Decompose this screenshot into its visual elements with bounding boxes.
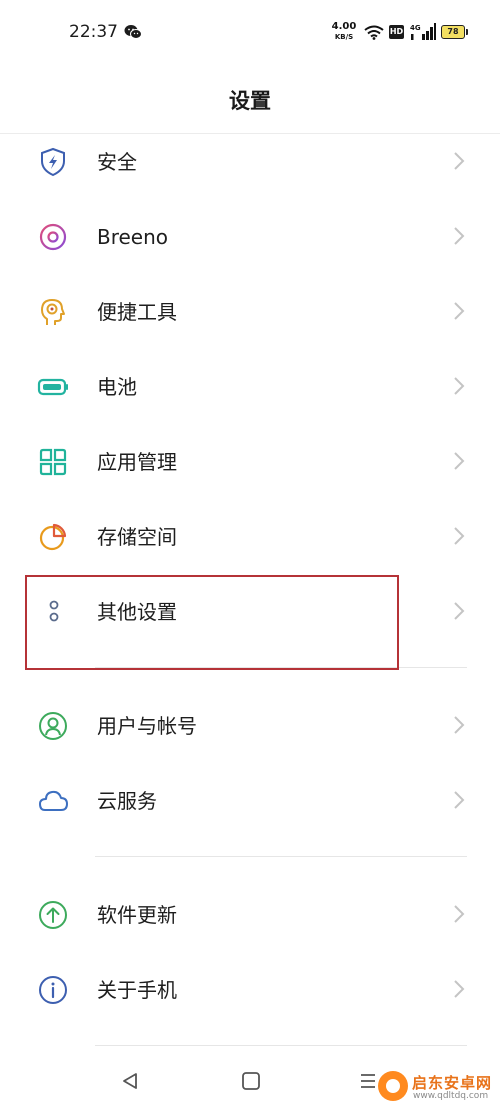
wechat-icon	[124, 25, 142, 39]
section-divider	[95, 1045, 467, 1046]
chevron-right-icon	[454, 302, 465, 320]
recent-apps-icon[interactable]	[358, 1071, 378, 1091]
battery-indicator: 78	[441, 25, 465, 39]
settings-item-convenience-tools[interactable]: 便捷工具	[0, 274, 500, 348]
settings-item-breeno[interactable]: Breeno	[0, 199, 500, 273]
head-gear-icon	[41, 299, 65, 325]
settings-item-label: 便捷工具	[97, 300, 177, 324]
chevron-right-icon	[454, 527, 465, 545]
chevron-right-icon	[454, 227, 465, 245]
section-divider	[95, 856, 467, 857]
settings-item-label: 软件更新	[97, 903, 177, 927]
settings-item-battery[interactable]: 电池	[0, 349, 500, 423]
highlight-annotation-box	[25, 575, 399, 670]
chevron-right-icon	[454, 377, 465, 395]
watermark-logo-icon	[378, 1071, 408, 1101]
page-title: 设置	[229, 89, 271, 113]
site-watermark: 启东安卓网 www.qdltdq.com	[378, 1063, 500, 1111]
cloud-icon	[39, 790, 68, 811]
settings-item-cloud-service[interactable]: 云服务	[0, 763, 500, 837]
chevron-right-icon	[454, 452, 465, 470]
clock: 22:37	[69, 22, 118, 42]
chevron-right-icon	[454, 791, 465, 809]
chevron-right-icon	[454, 716, 465, 734]
settings-item-software-update[interactable]: 软件更新	[0, 877, 500, 951]
settings-item-label: Breeno	[97, 225, 169, 249]
chevron-right-icon	[454, 905, 465, 923]
pie-chart-icon	[39, 523, 67, 551]
settings-item-users-accounts[interactable]: 用户与帐号	[0, 688, 500, 762]
signal-icon: 4G	[410, 23, 436, 40]
network-speed: 4.00 KB/S	[331, 21, 357, 42]
chevron-right-icon	[454, 980, 465, 998]
chevron-right-icon	[454, 602, 465, 620]
info-icon	[39, 976, 67, 1004]
user-icon	[39, 712, 67, 740]
settings-item-storage[interactable]: 存储空间	[0, 499, 500, 573]
settings-item-about-phone[interactable]: 关于手机	[0, 952, 500, 1026]
up-arrow-icon	[39, 901, 67, 929]
settings-item-label: 云服务	[97, 789, 157, 813]
settings-item-security[interactable]: 安全	[0, 124, 500, 198]
chevron-right-icon	[454, 152, 465, 170]
app-grid-icon	[39, 448, 67, 476]
back-icon[interactable]	[120, 1071, 140, 1091]
battery-icon	[37, 378, 68, 396]
settings-item-label: 应用管理	[97, 450, 177, 474]
shield-icon	[41, 147, 65, 177]
settings-item-label: 关于手机	[97, 978, 177, 1002]
wifi-icon	[364, 25, 384, 40]
settings-item-app-management[interactable]: 应用管理	[0, 424, 500, 498]
settings-item-label: 安全	[97, 150, 137, 174]
hd-badge: HD	[389, 25, 404, 39]
settings-item-label: 用户与帐号	[97, 714, 197, 738]
status-bar: 22:37 4.00 KB/S HD 4G 78	[0, 0, 500, 66]
home-icon[interactable]	[241, 1071, 261, 1091]
signal-4g-label: 4G	[410, 24, 421, 32]
battery-level: 78	[447, 27, 459, 36]
watermark-url: www.qdltdq.com	[413, 1091, 489, 1101]
watermark-name: 启东安卓网	[412, 1074, 493, 1092]
breeno-icon	[39, 223, 67, 251]
battery-tip	[466, 29, 468, 35]
settings-item-label: 电池	[97, 375, 137, 399]
settings-item-label: 存储空间	[97, 525, 177, 549]
